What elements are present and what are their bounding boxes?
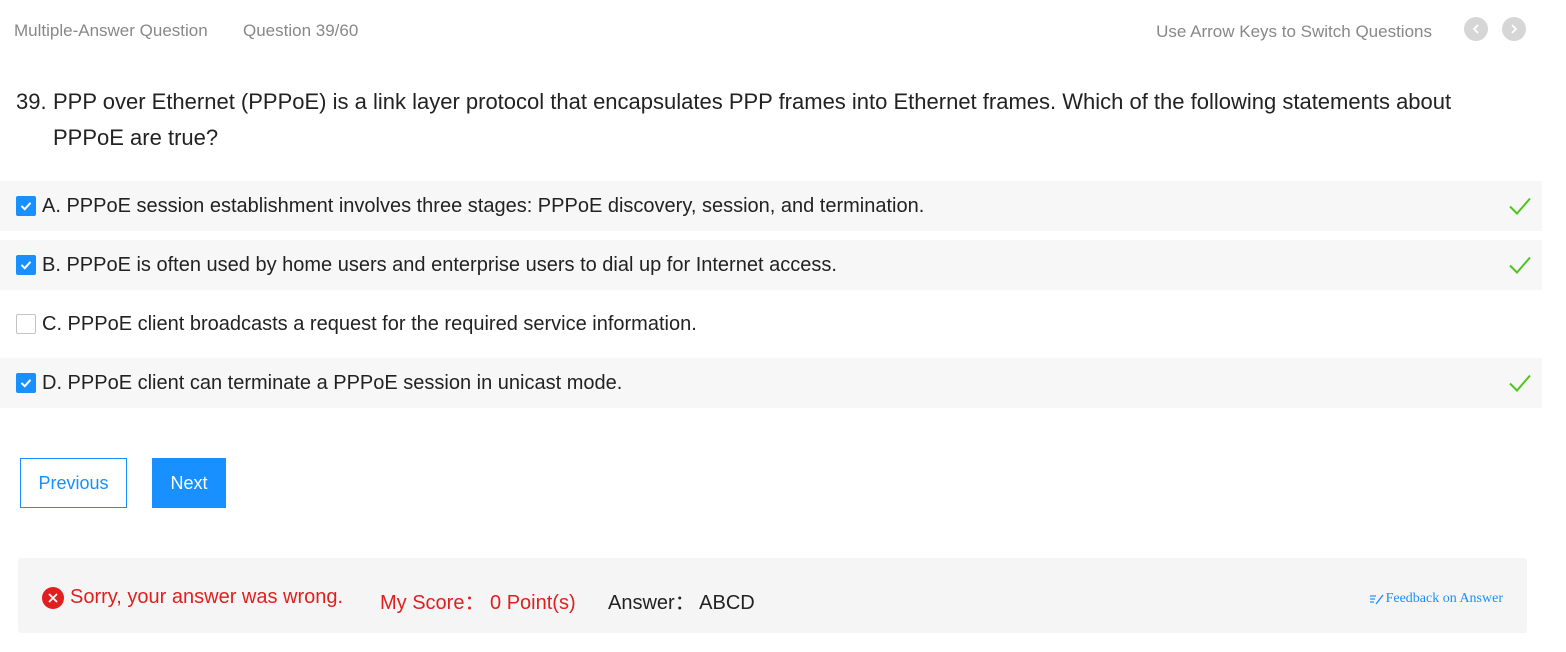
option-b-label: B. PPPoE is often used by home users and…: [42, 253, 837, 276]
question-type-label: Multiple-Answer Question: [14, 21, 208, 40]
checkmark-icon: [20, 261, 32, 270]
previous-question-button[interactable]: [1464, 17, 1488, 41]
score-text: My Score： 0 Point(s): [380, 592, 576, 614]
correct-answer-text: Answer： ABCD: [608, 592, 755, 614]
next-question-button[interactable]: [1502, 17, 1526, 41]
question-number: 39.: [16, 89, 47, 114]
correct-check-icon: [1509, 197, 1531, 215]
correct-check-icon: [1509, 256, 1531, 274]
checkmark-icon: [20, 379, 32, 388]
chevron-left-icon: [1473, 24, 1479, 34]
top-bar: Multiple-Answer Question Question 39/60 …: [0, 0, 1566, 62]
edit-icon: [1369, 594, 1384, 605]
next-button[interactable]: Next: [152, 458, 226, 508]
option-b-checkbox[interactable]: [16, 255, 36, 275]
question-counter: Question 39/60: [243, 21, 359, 40]
error-circle-icon: [42, 587, 64, 609]
chevron-right-icon: [1511, 24, 1517, 34]
keyboard-hint: Use Arrow Keys to Switch Questions: [1156, 22, 1432, 41]
result-status: Sorry, your answer was wrong.: [70, 586, 344, 608]
feedback-link[interactable]: Feedback on Answer: [1369, 591, 1503, 607]
previous-button[interactable]: Previous: [20, 458, 127, 508]
option-c[interactable]: C. PPPoE client broadcasts a request for…: [0, 299, 1542, 349]
option-d[interactable]: D. PPPoE client can terminate a PPPoE se…: [0, 358, 1542, 408]
correct-check-icon: [1509, 374, 1531, 392]
option-d-checkbox[interactable]: [16, 373, 36, 393]
checkmark-icon: [20, 202, 32, 211]
option-d-label: D. PPPoE client can terminate a PPPoE se…: [42, 371, 623, 394]
option-b[interactable]: B. PPPoE is often used by home users and…: [0, 240, 1542, 290]
option-a[interactable]: A. PPPoE session establishment involves …: [0, 181, 1542, 231]
feedback-label: Feedback on Answer: [1385, 591, 1503, 606]
question-text: PPP over Ethernet (PPPoE) is a link laye…: [53, 89, 1452, 150]
result-panel: Sorry, your answer was wrong. My Score： …: [18, 558, 1527, 633]
option-c-checkbox[interactable]: [16, 314, 36, 334]
option-a-checkbox[interactable]: [16, 196, 36, 216]
option-a-label: A. PPPoE session establishment involves …: [42, 194, 925, 217]
option-c-label: C. PPPoE client broadcasts a request for…: [42, 312, 697, 335]
